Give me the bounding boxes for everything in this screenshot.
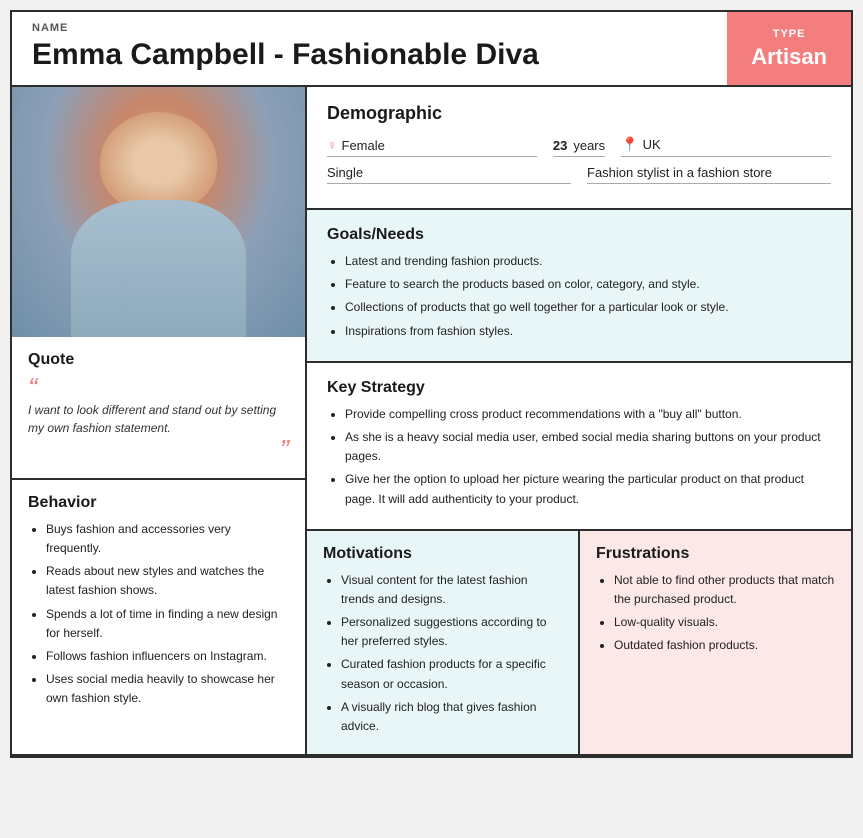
persona-card: NAME Emma Campbell - Fashionable Diva TY…	[10, 10, 853, 758]
list-item: Low-quality visuals.	[614, 613, 835, 632]
type-label: TYPE	[773, 28, 806, 40]
age-field: 23 years	[553, 138, 605, 157]
persona-photo	[12, 87, 305, 337]
body: Quote “ I want to look different and sta…	[12, 87, 851, 756]
list-item: Uses social media heavily to showcase he…	[46, 670, 289, 708]
type-badge: TYPE Artisan	[727, 12, 851, 85]
list-item: Reads about new styles and watches the l…	[46, 562, 289, 600]
motivations-list: Visual content for the latest fashion tr…	[323, 571, 562, 737]
demo-row-1: ♀ Female 23 years 📍 UK	[327, 136, 831, 157]
frustrations-title: Frustrations	[596, 545, 835, 563]
goals-list: Latest and trending fashion products. Fe…	[327, 252, 831, 341]
bottom-row: Motivations Visual content for the lates…	[307, 531, 851, 755]
strategy-section: Key Strategy Provide compelling cross pr…	[307, 363, 851, 531]
strategy-list: Provide compelling cross product recomme…	[327, 405, 831, 509]
list-item: As she is a heavy social media user, emb…	[345, 428, 831, 466]
list-item: Inspirations from fashion styles.	[345, 322, 831, 341]
header-left: NAME Emma Campbell - Fashionable Diva	[12, 12, 727, 85]
goals-section: Goals/Needs Latest and trending fashion …	[307, 210, 851, 363]
quote-title: Quote	[28, 351, 289, 369]
list-item: Personalized suggestions according to he…	[341, 613, 562, 651]
name-label: NAME	[32, 22, 707, 34]
demographic-title: Demographic	[327, 103, 831, 124]
frustrations-list: Not able to find other products that mat…	[596, 571, 835, 656]
behavior-section: Behavior Buys fashion and accessories ve…	[12, 480, 305, 729]
age-label: years	[573, 138, 605, 153]
header: NAME Emma Campbell - Fashionable Diva TY…	[12, 12, 851, 87]
location-field: 📍 UK	[621, 136, 831, 157]
frustrations-section: Frustrations Not able to find other prod…	[580, 531, 851, 755]
persona-name: Emma Campbell - Fashionable Diva	[32, 38, 707, 71]
right-column: Demographic ♀ Female 23 years 📍 UK	[307, 87, 851, 754]
quote-section: Quote “ I want to look different and sta…	[12, 337, 305, 480]
demographic-section: Demographic ♀ Female 23 years 📍 UK	[307, 87, 851, 210]
behavior-list: Buys fashion and accessories very freque…	[28, 520, 289, 709]
left-column: Quote “ I want to look different and sta…	[12, 87, 307, 754]
behavior-title: Behavior	[28, 494, 289, 512]
motivations-title: Motivations	[323, 545, 562, 563]
list-item: Buys fashion and accessories very freque…	[46, 520, 289, 558]
location-icon: 📍	[621, 136, 638, 153]
motivations-section: Motivations Visual content for the lates…	[307, 531, 580, 755]
age-value: 23	[553, 138, 567, 153]
strategy-title: Key Strategy	[327, 379, 831, 397]
list-item: Visual content for the latest fashion tr…	[341, 571, 562, 609]
list-item: Follows fashion influencers on Instagram…	[46, 647, 289, 666]
occupation-field: Fashion stylist in a fashion store	[587, 165, 831, 184]
close-quote-icon: ”	[28, 439, 289, 461]
quote-text: I want to look different and stand out b…	[28, 401, 289, 437]
list-item: A visually rich blog that gives fashion …	[341, 698, 562, 736]
relationship-value: Single	[327, 165, 363, 180]
gender-icon: ♀	[327, 137, 338, 153]
type-value: Artisan	[751, 44, 827, 70]
list-item: Give her the option to upload her pictur…	[345, 470, 831, 508]
list-item: Latest and trending fashion products.	[345, 252, 831, 271]
occupation-value: Fashion stylist in a fashion store	[587, 165, 772, 180]
list-item: Curated fashion products for a specific …	[341, 655, 562, 693]
location-value: UK	[643, 137, 661, 152]
list-item: Feature to search the products based on …	[345, 275, 831, 294]
gender-value: Female	[342, 138, 385, 153]
gender-field: ♀ Female	[327, 137, 537, 157]
list-item: Collections of products that go well tog…	[345, 298, 831, 317]
demo-row-2: Single Fashion stylist in a fashion stor…	[327, 165, 831, 184]
goals-title: Goals/Needs	[327, 226, 831, 244]
relationship-field: Single	[327, 165, 571, 184]
list-item: Not able to find other products that mat…	[614, 571, 835, 609]
list-item: Spends a lot of time in finding a new de…	[46, 605, 289, 643]
list-item: Outdated fashion products.	[614, 636, 835, 655]
open-quote-icon: “	[28, 377, 289, 399]
list-item: Provide compelling cross product recomme…	[345, 405, 831, 424]
